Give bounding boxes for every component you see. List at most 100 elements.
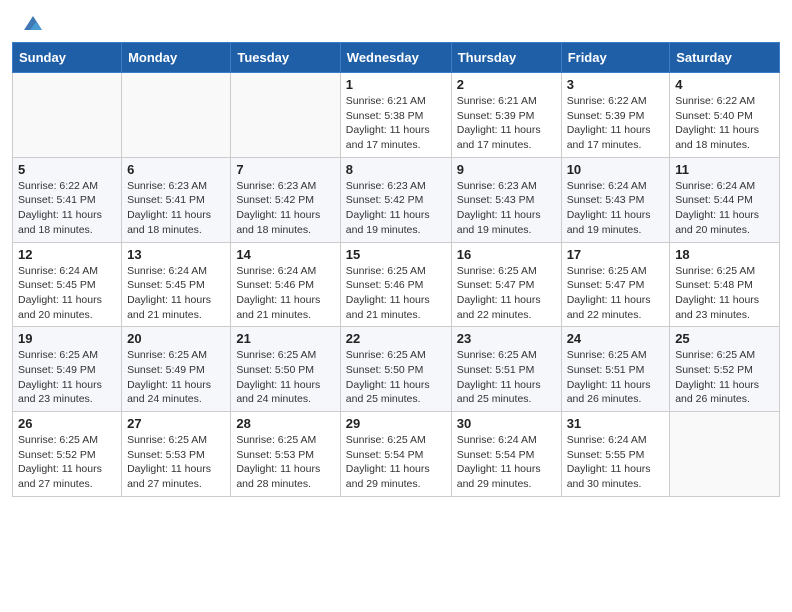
calendar-cell: 3 Sunrise: 6:22 AMSunset: 5:39 PMDaylight… [561, 73, 670, 158]
day-info: Sunrise: 6:24 AMSunset: 5:46 PMDaylight:… [236, 264, 334, 323]
day-info: Sunrise: 6:25 AMSunset: 5:52 PMDaylight:… [18, 433, 116, 492]
day-number: 24 [567, 331, 665, 346]
day-number: 5 [18, 162, 116, 177]
calendar-cell: 8 Sunrise: 6:23 AMSunset: 5:42 PMDaylight… [340, 157, 451, 242]
day-info: Sunrise: 6:25 AMSunset: 5:51 PMDaylight:… [457, 348, 556, 407]
day-number: 10 [567, 162, 665, 177]
day-number: 9 [457, 162, 556, 177]
day-info: Sunrise: 6:25 AMSunset: 5:46 PMDaylight:… [346, 264, 446, 323]
calendar-cell: 16Sunrise: 6:25 AMSunset: 5:47 PMDayligh… [451, 242, 561, 327]
day-info: Sunrise: 6:25 AMSunset: 5:49 PMDaylight:… [127, 348, 225, 407]
day-number: 25 [675, 331, 774, 346]
calendar-cell: 18 Sunrise: 6:25 AMSunset: 5:48 PMDayligh… [670, 242, 780, 327]
calendar-cell: 2 Sunrise: 6:21 AMSunset: 5:39 PMDaylight… [451, 73, 561, 158]
calendar-cell: 24 Sunrise: 6:25 AMSunset: 5:51 PMDayligh… [561, 327, 670, 412]
calendar-week-row: 5 Sunrise: 6:22 AMSunset: 5:41 PMDaylight… [13, 157, 780, 242]
weekday-header-saturday: Saturday [670, 43, 780, 73]
day-info: Sunrise: 6:24 AMSunset: 5:55 PMDaylight:… [567, 433, 665, 492]
logo [20, 12, 44, 34]
calendar-week-row: 12 Sunrise: 6:24 AMSunset: 5:45 PMDayligh… [13, 242, 780, 327]
day-number: 1 [346, 77, 446, 92]
day-info: Sunrise: 6:25 AMSunset: 5:53 PMDaylight:… [127, 433, 225, 492]
calendar-cell: 13Sunrise: 6:24 AMSunset: 5:45 PMDayligh… [122, 242, 231, 327]
calendar-week-row: 26 Sunrise: 6:25 AMSunset: 5:52 PMDayligh… [13, 412, 780, 497]
weekday-header-friday: Friday [561, 43, 670, 73]
weekday-header-tuesday: Tuesday [231, 43, 340, 73]
weekday-header-sunday: Sunday [13, 43, 122, 73]
day-number: 4 [675, 77, 774, 92]
calendar-wrapper: SundayMondayTuesdayWednesdayThursdayFrid… [0, 42, 792, 509]
calendar-cell: 31 Sunrise: 6:24 AMSunset: 5:55 PMDayligh… [561, 412, 670, 497]
day-number: 28 [236, 416, 334, 431]
day-number: 16 [457, 247, 556, 262]
day-info: Sunrise: 6:25 AMSunset: 5:52 PMDaylight:… [675, 348, 774, 407]
calendar-cell: 21Sunrise: 6:25 AMSunset: 5:50 PMDayligh… [231, 327, 340, 412]
day-info: Sunrise: 6:23 AMSunset: 5:41 PMDaylight:… [127, 179, 225, 238]
day-info: Sunrise: 6:23 AMSunset: 5:43 PMDaylight:… [457, 179, 556, 238]
day-number: 20 [127, 331, 225, 346]
day-number: 26 [18, 416, 116, 431]
day-number: 17 [567, 247, 665, 262]
day-info: Sunrise: 6:24 AMSunset: 5:43 PMDaylight:… [567, 179, 665, 238]
day-number: 12 [18, 247, 116, 262]
calendar-cell: 25 Sunrise: 6:25 AMSunset: 5:52 PMDayligh… [670, 327, 780, 412]
day-info: Sunrise: 6:25 AMSunset: 5:50 PMDaylight:… [236, 348, 334, 407]
calendar-cell [231, 73, 340, 158]
day-number: 22 [346, 331, 446, 346]
day-number: 23 [457, 331, 556, 346]
calendar-cell: 14 Sunrise: 6:24 AMSunset: 5:46 PMDayligh… [231, 242, 340, 327]
day-number: 27 [127, 416, 225, 431]
calendar-cell: 7Sunrise: 6:23 AMSunset: 5:42 PMDaylight… [231, 157, 340, 242]
calendar-cell: 9 Sunrise: 6:23 AMSunset: 5:43 PMDaylight… [451, 157, 561, 242]
calendar-cell: 22 Sunrise: 6:25 AMSunset: 5:50 PMDayligh… [340, 327, 451, 412]
calendar-cell: 17 Sunrise: 6:25 AMSunset: 5:47 PMDayligh… [561, 242, 670, 327]
day-number: 29 [346, 416, 446, 431]
calendar-cell: 12 Sunrise: 6:24 AMSunset: 5:45 PMDayligh… [13, 242, 122, 327]
calendar-cell: 1 Sunrise: 6:21 AMSunset: 5:38 PMDaylight… [340, 73, 451, 158]
calendar-cell: 30 Sunrise: 6:24 AMSunset: 5:54 PMDayligh… [451, 412, 561, 497]
day-info: Sunrise: 6:24 AMSunset: 5:54 PMDaylight:… [457, 433, 556, 492]
day-info: Sunrise: 6:24 AMSunset: 5:45 PMDaylight:… [18, 264, 116, 323]
day-number: 2 [457, 77, 556, 92]
day-number: 13 [127, 247, 225, 262]
day-info: Sunrise: 6:21 AMSunset: 5:38 PMDaylight:… [346, 94, 446, 153]
day-info: Sunrise: 6:25 AMSunset: 5:47 PMDaylight:… [567, 264, 665, 323]
weekday-header-row: SundayMondayTuesdayWednesdayThursdayFrid… [13, 43, 780, 73]
calendar-cell: 23 Sunrise: 6:25 AMSunset: 5:51 PMDayligh… [451, 327, 561, 412]
calendar-cell: 6 Sunrise: 6:23 AMSunset: 5:41 PMDaylight… [122, 157, 231, 242]
day-info: Sunrise: 6:22 AMSunset: 5:39 PMDaylight:… [567, 94, 665, 153]
day-number: 6 [127, 162, 225, 177]
calendar-week-row: 19 Sunrise: 6:25 AMSunset: 5:49 PMDayligh… [13, 327, 780, 412]
calendar-cell: 19 Sunrise: 6:25 AMSunset: 5:49 PMDayligh… [13, 327, 122, 412]
day-info: Sunrise: 6:25 AMSunset: 5:53 PMDaylight:… [236, 433, 334, 492]
day-info: Sunrise: 6:22 AMSunset: 5:41 PMDaylight:… [18, 179, 116, 238]
day-number: 3 [567, 77, 665, 92]
day-info: Sunrise: 6:25 AMSunset: 5:49 PMDaylight:… [18, 348, 116, 407]
day-info: Sunrise: 6:21 AMSunset: 5:39 PMDaylight:… [457, 94, 556, 153]
day-number: 30 [457, 416, 556, 431]
day-info: Sunrise: 6:25 AMSunset: 5:50 PMDaylight:… [346, 348, 446, 407]
calendar-cell [13, 73, 122, 158]
day-info: Sunrise: 6:23 AMSunset: 5:42 PMDaylight:… [346, 179, 446, 238]
day-info: Sunrise: 6:25 AMSunset: 5:48 PMDaylight:… [675, 264, 774, 323]
calendar-cell: 15 Sunrise: 6:25 AMSunset: 5:46 PMDayligh… [340, 242, 451, 327]
calendar-cell: 4Sunrise: 6:22 AMSunset: 5:40 PMDaylight… [670, 73, 780, 158]
weekday-header-thursday: Thursday [451, 43, 561, 73]
day-info: Sunrise: 6:23 AMSunset: 5:42 PMDaylight:… [236, 179, 334, 238]
calendar-cell: 27 Sunrise: 6:25 AMSunset: 5:53 PMDayligh… [122, 412, 231, 497]
day-number: 15 [346, 247, 446, 262]
day-number: 8 [346, 162, 446, 177]
weekday-header-monday: Monday [122, 43, 231, 73]
day-number: 31 [567, 416, 665, 431]
day-info: Sunrise: 6:25 AMSunset: 5:51 PMDaylight:… [567, 348, 665, 407]
calendar-table: SundayMondayTuesdayWednesdayThursdayFrid… [12, 42, 780, 497]
day-number: 14 [236, 247, 334, 262]
calendar-cell: 29Sunrise: 6:25 AMSunset: 5:54 PMDayligh… [340, 412, 451, 497]
calendar-cell: 20 Sunrise: 6:25 AMSunset: 5:49 PMDayligh… [122, 327, 231, 412]
calendar-cell: 11Sunrise: 6:24 AMSunset: 5:44 PMDayligh… [670, 157, 780, 242]
day-number: 18 [675, 247, 774, 262]
day-number: 19 [18, 331, 116, 346]
calendar-cell: 26 Sunrise: 6:25 AMSunset: 5:52 PMDayligh… [13, 412, 122, 497]
calendar-week-row: 1 Sunrise: 6:21 AMSunset: 5:38 PMDaylight… [13, 73, 780, 158]
calendar-cell: 5 Sunrise: 6:22 AMSunset: 5:41 PMDaylight… [13, 157, 122, 242]
